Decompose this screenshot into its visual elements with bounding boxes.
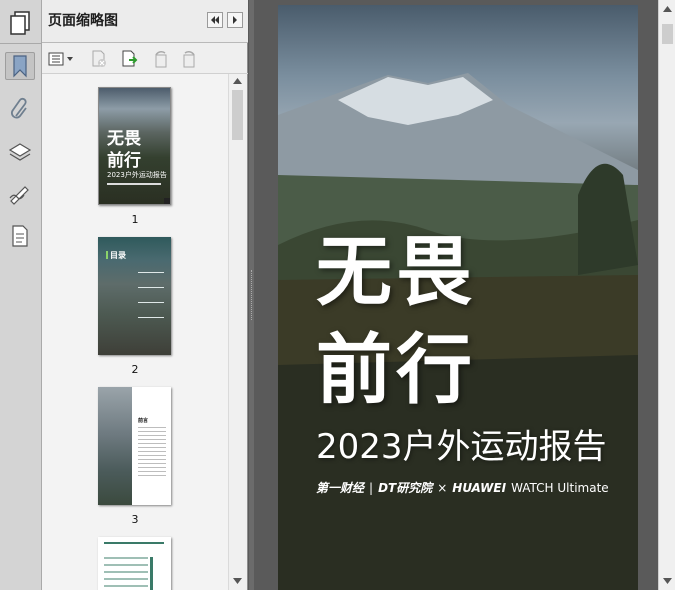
document-scrollbar[interactable]	[658, 0, 675, 590]
thumbnail-page-4[interactable]	[98, 537, 171, 590]
document-scroll-thumb[interactable]	[662, 24, 673, 44]
options-icon	[48, 52, 73, 66]
thumbnail-page-1[interactable]: 无畏 前行 2023户外运动报告	[98, 87, 171, 205]
signature-icon[interactable]	[5, 180, 35, 208]
rotate-left-button[interactable]	[150, 49, 172, 69]
thumbnail-heading-bar	[104, 542, 164, 544]
paperclip-icon[interactable]	[5, 94, 35, 122]
logo-huawei: HUAWEI	[452, 480, 507, 495]
thumbnail-toc-heading: 目录	[110, 251, 126, 260]
thumbnails-scroll-thumb[interactable]	[232, 90, 243, 140]
navigation-rail	[0, 0, 42, 590]
selection-marker	[164, 198, 170, 204]
bookmark-icon[interactable]	[5, 52, 35, 80]
expand-panel-button[interactable]	[227, 12, 243, 28]
document-icon[interactable]	[5, 222, 35, 250]
collapse-panel-button[interactable]	[207, 12, 223, 28]
thumbnails-scrollbar[interactable]	[228, 74, 245, 590]
toc-line	[138, 272, 164, 273]
heading-accent	[106, 251, 108, 259]
toc-line	[138, 317, 164, 318]
chevron-right-icon	[233, 16, 237, 24]
thumbnail-preface-heading: 前言	[138, 418, 149, 424]
logo-separator: |	[369, 480, 374, 495]
page-number-3: 3	[131, 513, 139, 526]
thumbnail-page-3[interactable]: 前言	[98, 387, 171, 505]
pages-icon[interactable]	[6, 8, 34, 36]
double-chevron-left-icon	[211, 16, 219, 24]
cover-logos: 第一财经 | DT研究院 × HUAWEI WATCH Ultimate	[316, 479, 609, 496]
panel-header: 页面缩略图	[42, 0, 248, 43]
toc-line	[138, 287, 164, 288]
delete-page-button[interactable]	[88, 49, 110, 69]
document-page: 无畏 前行 2023户外运动报告 第一财经 | DT研究院 × HUAWEI W…	[278, 5, 638, 590]
rotate-right-icon	[183, 51, 195, 68]
thumbnail-subtitle: 2023户外运动报告	[107, 171, 167, 179]
thumbnail-title-line2: 前行	[107, 151, 141, 171]
page-number-1: 1	[131, 213, 139, 226]
thumbnail-logos	[107, 183, 161, 185]
layers-icon[interactable]	[5, 138, 35, 166]
options-menu-button[interactable]	[46, 49, 76, 69]
scroll-up-icon[interactable]	[233, 78, 242, 84]
insert-pages-button[interactable]	[119, 49, 141, 69]
scroll-up-icon[interactable]	[663, 6, 672, 12]
cover-title-line2: 前行	[316, 325, 476, 414]
thumbnail-chart	[104, 557, 148, 590]
thumbnail-chart-axis	[150, 557, 153, 590]
scroll-down-icon[interactable]	[233, 578, 242, 584]
rotate-left-icon	[155, 51, 167, 68]
page-thumbnails-panel: 页面缩略图 无畏 前行 2023户外运动报告 1 目录 2 前言 3	[42, 0, 248, 590]
cover-subtitle: 2023户外运动报告	[316, 427, 607, 467]
thumbnail-photo	[98, 387, 132, 505]
logo-times: ×	[437, 480, 448, 495]
insert-pages-icon	[122, 50, 138, 67]
thumbnail-page-2[interactable]: 目录	[98, 237, 171, 355]
splitter-grip[interactable]	[251, 270, 253, 320]
thumbnail-body-text	[138, 427, 166, 477]
page-number-2: 2	[131, 363, 139, 376]
thumbnails-toolbar	[42, 44, 248, 74]
delete-page-icon	[92, 50, 106, 67]
cover-title-line1: 无畏	[316, 227, 476, 316]
panel-title: 页面缩略图	[48, 13, 118, 29]
logo-watch-ultimate: WATCH Ultimate	[511, 480, 609, 495]
rotate-right-button[interactable]	[178, 49, 200, 69]
toc-line	[138, 302, 164, 303]
logo-dt-research: DT研究院	[378, 481, 433, 495]
thumbnails-list: 无畏 前行 2023户外运动报告 1 目录 2 前言 3	[42, 74, 228, 590]
scroll-down-icon[interactable]	[663, 578, 672, 584]
logo-first-financial: 第一财经	[316, 481, 365, 495]
